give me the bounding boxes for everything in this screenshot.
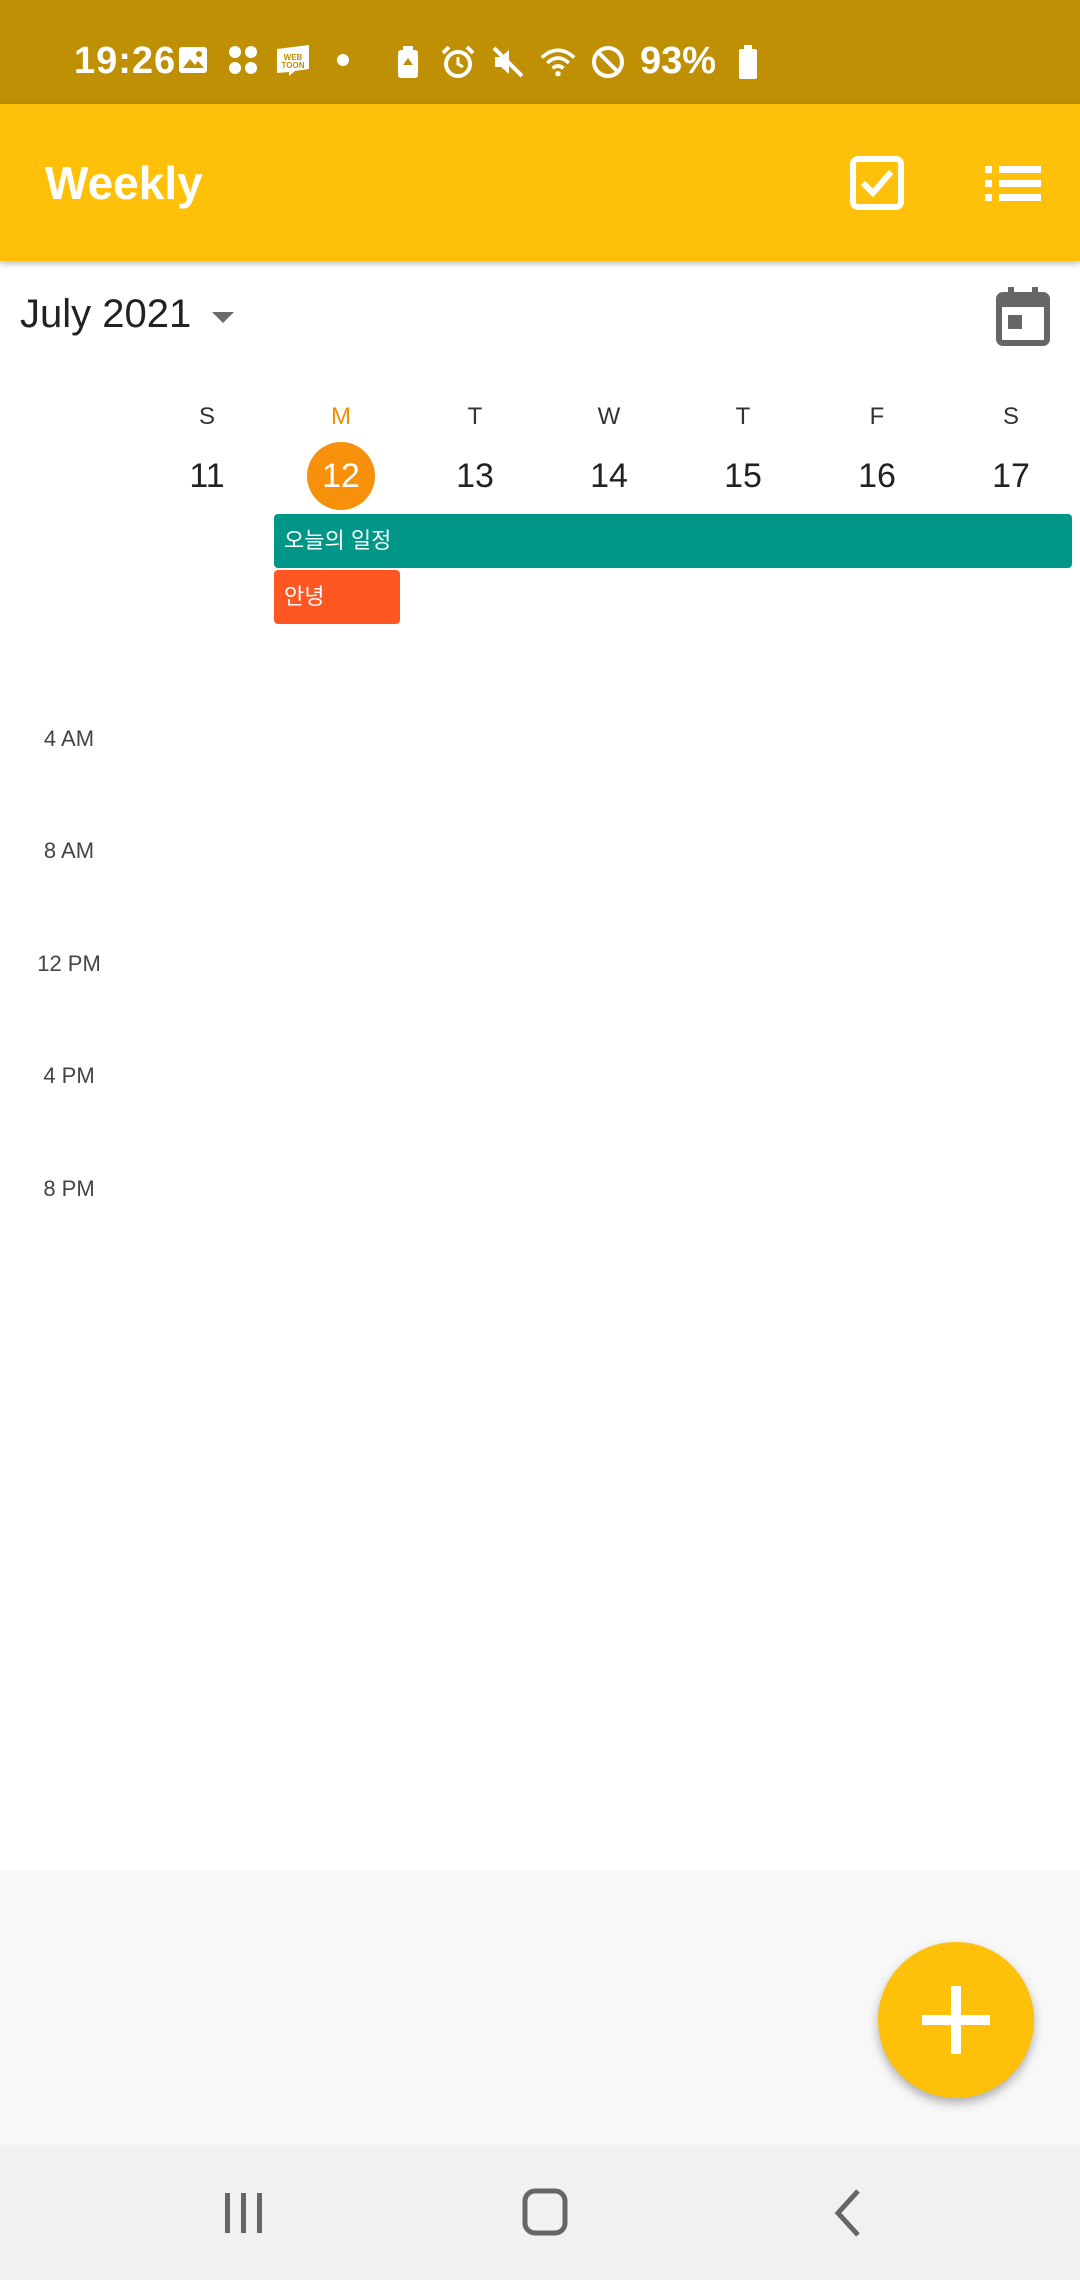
- month-selector[interactable]: July 2021: [20, 292, 191, 337]
- battery-saver-icon: [390, 44, 426, 80]
- day-letter: S: [1002, 403, 1019, 430]
- dropdown-arrow-icon[interactable]: [212, 312, 234, 323]
- status-time: 19:26: [74, 40, 177, 82]
- status-notification-icons: WEB TOON: [175, 42, 361, 78]
- day-number: 16: [858, 457, 896, 495]
- calendar-today-icon[interactable]: [996, 286, 1050, 346]
- home-icon[interactable]: [505, 2185, 585, 2241]
- day-column[interactable]: S 17: [944, 400, 1078, 510]
- day-column[interactable]: F 16: [810, 400, 944, 510]
- webtoon-icon: WEB TOON: [275, 42, 311, 78]
- time-label: 8 AM: [43, 838, 95, 863]
- plus-icon: [922, 1986, 990, 2054]
- day-number: 13: [456, 457, 494, 495]
- today-date: 12: [307, 442, 375, 510]
- check-box-icon[interactable]: [850, 156, 904, 210]
- do-not-disturb-icon: [590, 44, 626, 80]
- battery-icon: [730, 44, 766, 80]
- day-number: 11: [189, 457, 225, 495]
- event-bar[interactable]: 안녕: [274, 570, 400, 624]
- list-icon[interactable]: [985, 162, 1041, 206]
- app-icon: [225, 42, 261, 78]
- month-header: July 2021: [0, 262, 1080, 372]
- day-column[interactable]: T 13: [408, 400, 542, 510]
- day-letter: F: [869, 403, 885, 430]
- day-number: 15: [724, 457, 762, 495]
- time-label: 4 PM: [43, 1063, 95, 1088]
- gallery-icon: [175, 42, 211, 78]
- back-icon[interactable]: [808, 2185, 888, 2241]
- mute-icon: [490, 44, 526, 80]
- day-letter: T: [467, 403, 483, 430]
- app-bar: Weekly: [0, 104, 1080, 261]
- time-label: 12 PM: [37, 951, 101, 976]
- day-number: 17: [992, 457, 1030, 495]
- status-system-icons: 93%: [390, 40, 766, 83]
- day-column[interactable]: T 15: [676, 400, 810, 510]
- time-label: 4 AM: [43, 726, 95, 751]
- svg-text:TOON: TOON: [282, 61, 305, 70]
- add-event-button[interactable]: [878, 1942, 1034, 2098]
- recent-apps-icon[interactable]: [203, 2185, 283, 2241]
- day-letter: M: [331, 403, 351, 430]
- wifi-icon: [540, 44, 576, 80]
- dot-icon: [325, 42, 361, 78]
- status-bar: 19:26 WEB TOON 93%: [0, 0, 1080, 104]
- day-column[interactable]: M 12: [274, 400, 408, 510]
- day-letter: T: [735, 403, 751, 430]
- day-letter: S: [198, 403, 215, 430]
- app-title: Weekly: [45, 157, 203, 209]
- system-navigation-bar: [0, 2145, 1080, 2280]
- day-number: 14: [590, 457, 628, 495]
- battery-percentage: 93%: [640, 40, 717, 82]
- day-column[interactable]: S 11: [140, 400, 274, 510]
- day-letter: W: [597, 403, 621, 430]
- day-column[interactable]: W 14: [542, 400, 676, 510]
- event-bar[interactable]: 오늘의 일정: [274, 514, 1072, 568]
- time-label: 8 PM: [43, 1176, 95, 1201]
- alarm-icon: [440, 44, 476, 80]
